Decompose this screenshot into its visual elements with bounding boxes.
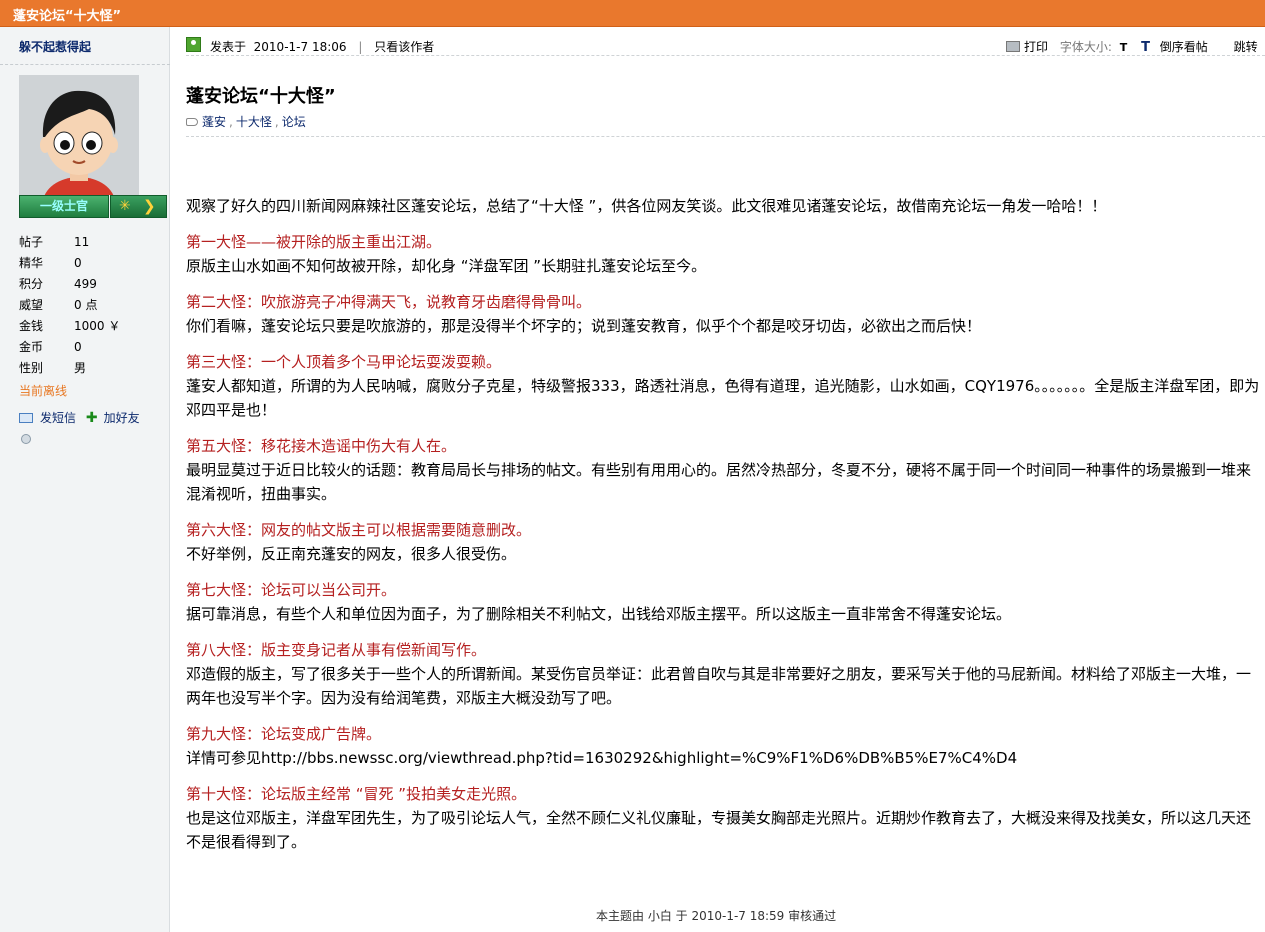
author-sidebar: 躲不起惹得起 一级士官 ✳ ❯ 帖子 11 精华 0 积分 499 威望 0 点 金钱 1… xyxy=(0,27,170,932)
window-title: 蓬安论坛“十大怪” xyxy=(13,9,122,24)
stat-value: 0 xyxy=(74,340,82,354)
title-divider xyxy=(186,136,1265,137)
stat-label: 精华 xyxy=(19,256,44,270)
item-body: 也是这位邓版主，洋盘军团先生，为了吸引论坛人气，全然不顾仁义礼仪廉耻，专摄美女胸… xyxy=(186,809,1252,851)
online-status: 当前离线 xyxy=(19,384,68,398)
post-intro: 观察了好久的四川新闻网麻辣社区蓬安论坛，总结了“十大怪 ”，供各位网友笑谈。此文… xyxy=(186,197,1107,215)
add-friend-link[interactable]: 加好友 xyxy=(104,411,140,425)
stat-value: 499 xyxy=(74,277,97,291)
item-heading: 第一大怪——被开除的版主重出江湖。 xyxy=(186,233,442,251)
meta-separator: | xyxy=(358,40,363,54)
stat-value: 0 点 xyxy=(74,298,98,312)
printer-icon xyxy=(1006,41,1020,52)
post-meta: 发表于 2010-1-7 18:06 | 只看该作者 xyxy=(210,38,434,55)
stat-label: 积分 xyxy=(19,277,44,291)
star-icon: ✳ xyxy=(119,198,131,214)
only-author-link[interactable]: 只看该作者 xyxy=(374,40,434,54)
stat-value: 11 xyxy=(74,235,90,249)
post-content: 观察了好久的四川新闻网麻辣社区蓬安论坛，总结了“十大怪 ”，供各位网友笑谈。此文… xyxy=(186,194,1261,854)
envelope-icon xyxy=(19,413,33,423)
stat-row: 帖子 11 xyxy=(19,232,120,253)
tag-separator: , xyxy=(229,115,233,129)
stat-row: 金币 0 xyxy=(19,337,120,358)
item-heading: 第二大怪：吹旅游亮子冲得满天飞，说教育牙齿磨得骨骨叫。 xyxy=(186,293,592,311)
moderation-note: 本主题由 小白 于 2010-1-7 18:59 审核通过 xyxy=(596,909,837,923)
post-header: 发表于 2010-1-7 18:06 | 只看该作者 打印 字体大小: T T … xyxy=(186,37,1265,55)
chevron-right-icon: ❯ xyxy=(143,197,156,215)
posted-label: 发表于 xyxy=(210,40,247,54)
user-online-icon xyxy=(186,37,201,52)
item-body: 据可靠消息，有些个人和单位因为面子，为了删除相关不利帖文，出钱给邓版主摆平。所以… xyxy=(186,605,1012,623)
post-main: 发表于 2010-1-7 18:06 | 只看该作者 打印 字体大小: T T … xyxy=(171,27,1265,932)
item-heading: 第六大怪：网友的帖文版主可以根据需要随意删改。 xyxy=(186,521,532,539)
stat-value: 0 xyxy=(74,256,82,270)
rank-label: 一级士官 xyxy=(19,195,109,218)
item-heading: 第三大怪：一个人顶着多个马甲论坛耍泼耍赖。 xyxy=(186,353,502,371)
stat-row: 威望 0 点 xyxy=(19,295,120,316)
item-heading: 第八大怪：版主变身记者从事有偿新闻写作。 xyxy=(186,641,487,659)
stat-row: 精华 0 xyxy=(19,253,120,274)
tag-separator: , xyxy=(274,115,279,129)
author-stats: 帖子 11 精华 0 积分 499 威望 0 点 金钱 1000 ￥ 金币 0 性别 男 xyxy=(19,232,120,379)
tag-link[interactable]: 蓬安 xyxy=(202,115,226,129)
font-size-label: 字体大小: xyxy=(1059,40,1112,54)
item-body: 不好举例，反正南充蓬安的网友，很多人很受伤。 xyxy=(186,545,517,563)
item-heading: 第五大怪：移花接木造谣中伤大有人在。 xyxy=(186,437,457,455)
post-tools: 打印 字体大小: T T 倒序看帖 跳转 xyxy=(1006,38,1258,55)
item-body: 详情可参见http://bbs.newssc.org/viewthread.ph… xyxy=(186,749,1018,767)
header-divider xyxy=(186,55,1265,56)
stat-label: 性别 xyxy=(19,361,44,375)
stat-row: 积分 499 xyxy=(19,274,120,295)
reverse-order-link[interactable]: 倒序看帖 xyxy=(1160,40,1208,54)
stat-value: 男 xyxy=(74,361,87,375)
item-heading: 第七大怪：论坛可以当公司开。 xyxy=(186,581,397,599)
author-actions: 发短信 ✚ 加好友 xyxy=(19,409,146,426)
tag-link[interactable]: 十大怪 xyxy=(236,115,272,129)
item-heading: 第十大怪：论坛版主经常 “冒死 ”投拍美女走光照。 xyxy=(186,785,527,803)
posted-time: 2010-1-7 18:06 xyxy=(253,40,347,54)
stat-row: 金钱 1000 ￥ xyxy=(19,316,120,337)
item-body: 邓造假的版主，写了很多关于一些个人的所谓新闻。某受伤官员举证：此君曾自吹与其是非… xyxy=(186,665,1252,707)
tag-icon xyxy=(186,118,198,126)
jump-link[interactable]: 跳转 xyxy=(1234,40,1258,54)
item-body: 最明显莫过于近日比较火的话题：教育局局长与排场的帖文。有些别有用用心的。居然冷热… xyxy=(186,461,1252,503)
font-big-button[interactable]: T xyxy=(1141,40,1150,55)
window-title-bar: 蓬安论坛“十大怪” xyxy=(0,0,1265,27)
rank-stars: ✳ ❯ xyxy=(110,195,167,218)
stat-row: 性别 男 xyxy=(19,358,120,379)
item-body: 原版主山水如画不知何故被开除，却化身 “洋盘军团 ”长期驻扎蓬安论坛至今。 xyxy=(186,257,707,275)
author-name[interactable]: 躲不起惹得起 xyxy=(19,38,91,55)
send-message-link[interactable]: 发短信 xyxy=(40,411,76,425)
tag-link[interactable]: 论坛 xyxy=(282,115,306,129)
post-tags: 蓬安, 十大怪, 论坛 xyxy=(186,113,306,130)
rss-icon[interactable] xyxy=(21,434,31,444)
stat-label: 威望 xyxy=(19,298,44,312)
stat-label: 帖子 xyxy=(19,235,44,249)
avatar[interactable] xyxy=(19,75,139,195)
stat-value: 1000 ￥ xyxy=(74,319,121,333)
stat-label: 金币 xyxy=(19,340,44,354)
post-title: 蓬安论坛“十大怪” xyxy=(186,86,336,107)
avatar-cartoon-icon xyxy=(19,75,139,195)
item-body: 蓬安人都知道，所谓的为人民呐喊，腐败分子克星，特级警报333，路透社消息，色得有… xyxy=(186,377,1260,419)
font-small-button[interactable]: T xyxy=(1120,41,1128,54)
rank-badge: 一级士官 ✳ ❯ xyxy=(19,195,167,218)
stat-label: 金钱 xyxy=(19,319,44,333)
item-body: 你们看嘛，蓬安论坛只要是吹旅游的，那是没得半个坏字的；说到蓬安教育，似乎个个都是… xyxy=(186,317,982,335)
sidebar-divider xyxy=(0,64,170,65)
plus-icon: ✚ xyxy=(85,410,98,426)
item-heading: 第九大怪：论坛变成广告牌。 xyxy=(186,725,382,743)
print-link[interactable]: 打印 xyxy=(1024,40,1048,54)
